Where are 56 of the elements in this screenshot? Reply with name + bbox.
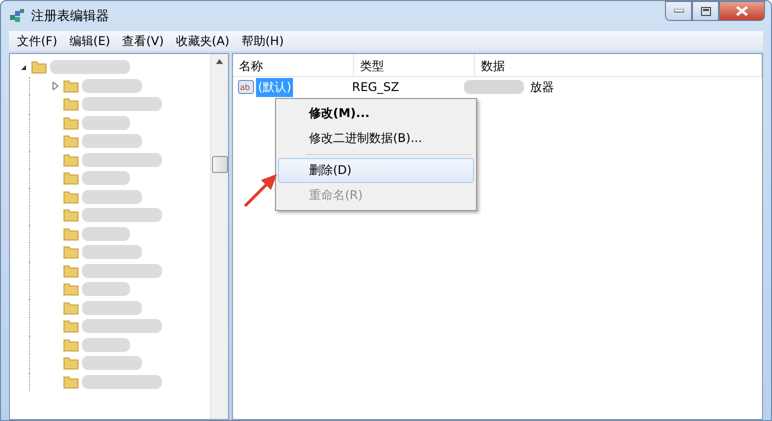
scroll-thumb[interactable]	[212, 156, 228, 173]
redacted-label	[82, 134, 142, 148]
redacted-label	[82, 78, 142, 93]
menu-item[interactable]: 修改二进制数据(B)...	[278, 126, 474, 151]
folder-icon[interactable]	[63, 134, 79, 148]
cubes-icon	[9, 8, 25, 24]
menu-item[interactable]: 收藏夹(A)	[170, 32, 236, 50]
table-cell-text: 放器	[529, 78, 554, 96]
menu-item[interactable]: 编辑(E)	[63, 32, 116, 50]
folder-icon[interactable]	[63, 264, 79, 278]
redacted-label	[82, 226, 130, 241]
folder-icon[interactable]	[63, 300, 79, 315]
menu-item[interactable]: 删除(D)	[278, 158, 474, 183]
folder-icon[interactable]	[63, 190, 79, 204]
folder-icon[interactable]	[63, 319, 79, 334]
menu-item[interactable]: 查看(V)	[116, 32, 170, 50]
folder-icon[interactable]	[63, 338, 79, 352]
menu-item[interactable]: 文件(F)	[11, 32, 64, 50]
maximize-icon	[700, 6, 710, 16]
maximize-button[interactable]	[692, 1, 719, 21]
folder-icon[interactable]	[63, 152, 79, 167]
folder-icon[interactable]	[63, 208, 79, 222]
table-cell-text: REG_SZ	[351, 80, 400, 94]
minimize-button[interactable]	[665, 1, 692, 21]
folder-icon[interactable]	[63, 282, 79, 296]
close-icon	[736, 6, 748, 16]
folder-icon[interactable]	[63, 356, 79, 370]
close-button[interactable]	[719, 1, 765, 21]
folder-icon[interactable]	[63, 226, 79, 241]
menu-item[interactable]: 修改(M)...	[278, 101, 474, 126]
string-value-icon: ab	[238, 80, 254, 94]
minimize-icon	[674, 9, 684, 13]
redacted-label	[82, 171, 130, 186]
column-header[interactable]: 数据	[475, 54, 762, 76]
folder-icon[interactable]	[63, 171, 79, 186]
redacted-label	[82, 282, 130, 296]
scrollbar[interactable]	[210, 54, 228, 419]
folder-icon[interactable]	[63, 374, 79, 389]
menu-item[interactable]: 帮助(H)	[235, 32, 290, 50]
column-header[interactable]: 名称	[233, 54, 354, 76]
redacted-label	[464, 80, 524, 94]
redacted-label	[82, 300, 142, 315]
redacted-label	[82, 190, 142, 204]
scroll-up-icon[interactable]	[216, 59, 223, 64]
redacted-label	[82, 338, 130, 352]
column-header[interactable]: 类型	[354, 54, 475, 76]
folder-icon[interactable]	[63, 78, 79, 93]
folder-icon[interactable]	[63, 116, 79, 130]
redacted-label	[82, 245, 142, 260]
annotation-arrow	[243, 172, 279, 208]
redacted-label	[82, 356, 142, 370]
redacted-label	[82, 116, 130, 130]
expand-arrow-icon[interactable]	[52, 82, 58, 90]
folder-icon[interactable]	[63, 245, 79, 260]
window-title: 注册表编辑器	[31, 8, 109, 25]
folder-icon[interactable]	[63, 97, 79, 112]
